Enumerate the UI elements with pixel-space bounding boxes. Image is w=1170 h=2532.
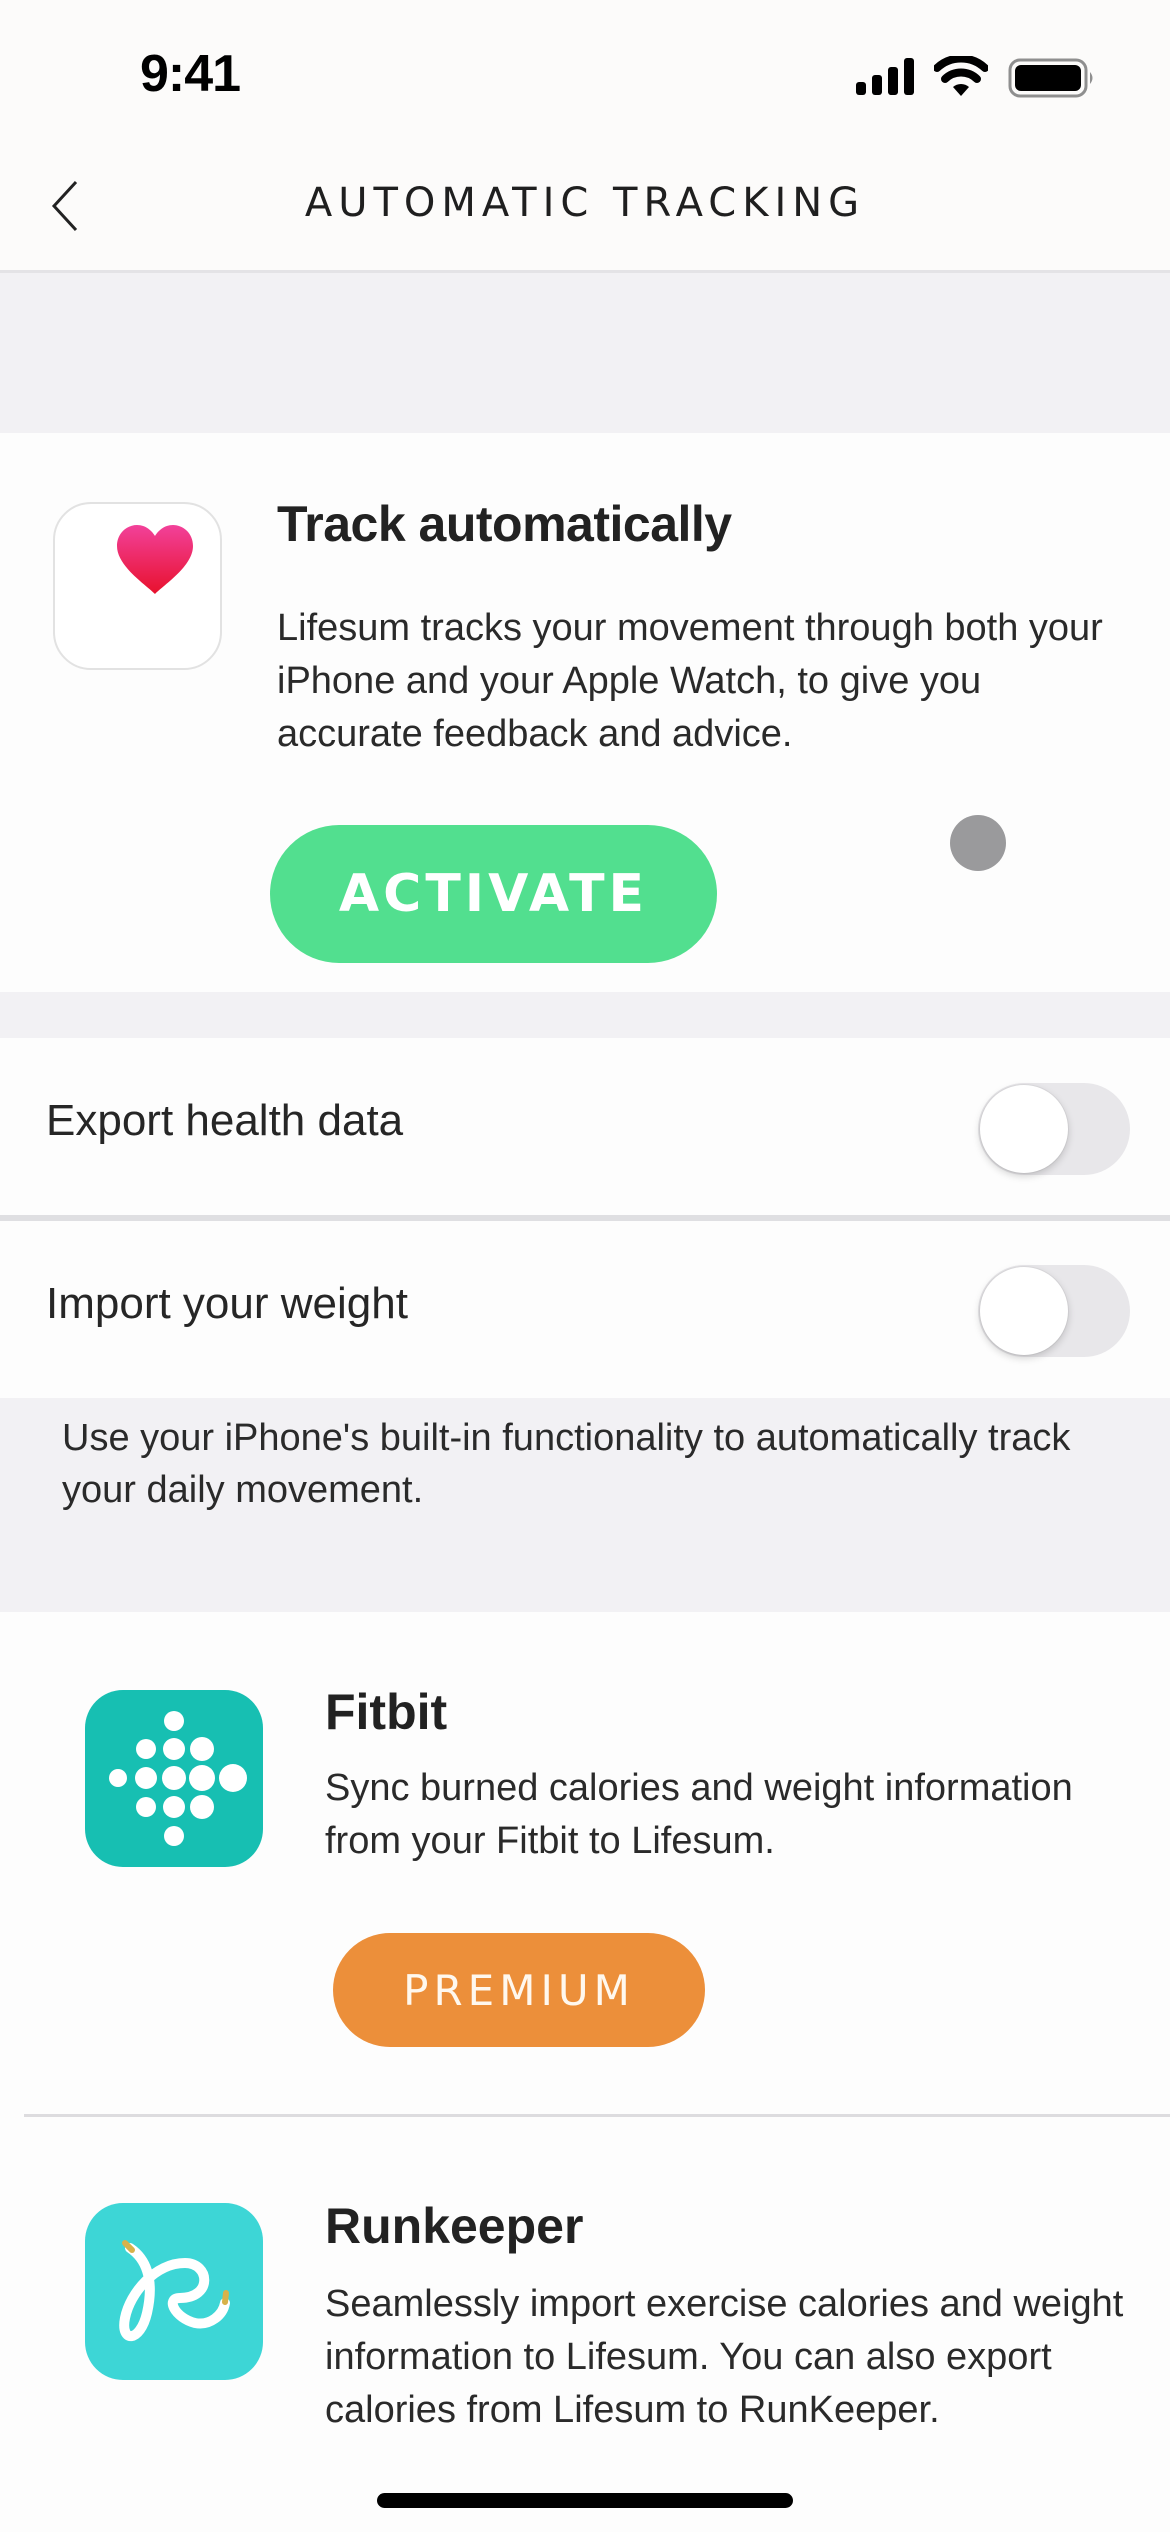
- fitbit-description: Sync burned calories and weight informat…: [325, 1767, 1073, 1862]
- heart-icon: [117, 525, 193, 594]
- runkeeper-logo-icon: [119, 2240, 230, 2342]
- home-indicator[interactable]: [377, 2493, 793, 2508]
- toggle-knob: [980, 1085, 1068, 1173]
- divider: [24, 2114, 1170, 2117]
- setting-label: Export health data: [46, 1096, 404, 1145]
- track-description: Lifesum tracks your movement through bot…: [277, 607, 1103, 755]
- fitbit-dots-icon: [109, 1711, 247, 1846]
- wifi-icon: [934, 56, 988, 96]
- runkeeper-icon: [85, 2203, 263, 2380]
- activate-button[interactable]: ACTIVATE: [270, 825, 717, 963]
- import-weight-toggle[interactable]: [978, 1265, 1130, 1357]
- battery-full-icon: [1008, 58, 1093, 98]
- setting-label: Import your weight: [46, 1279, 408, 1328]
- runkeeper-title: Runkeeper: [325, 2198, 584, 2254]
- toggle-knob: [980, 1267, 1068, 1355]
- fitbit-icon: [85, 1690, 263, 1867]
- top-bar: [0, 0, 1170, 273]
- track-title: Track automatically: [277, 496, 732, 552]
- page-title: AUTOMATIC TRACKING: [304, 180, 866, 226]
- setting-row-import-weight: Import your weight: [0, 1221, 1170, 1398]
- runkeeper-description: Seamlessly import exercise calories and …: [325, 2283, 1124, 2431]
- fitbit-premium-button[interactable]: PREMIUM: [333, 1933, 705, 2047]
- settings-footer-text: Use your iPhone's built-in functionality…: [62, 1417, 1071, 1511]
- cellular-signal-icon: [856, 58, 914, 95]
- fitbit-title: Fitbit: [325, 1684, 448, 1740]
- touch-indicator: [950, 815, 1006, 871]
- setting-row-export-health-data: Export health data: [0, 1038, 1170, 1215]
- status-time: 9:41: [140, 45, 241, 103]
- apple-health-app-icon: [53, 502, 222, 670]
- export-health-data-toggle[interactable]: [978, 1083, 1130, 1175]
